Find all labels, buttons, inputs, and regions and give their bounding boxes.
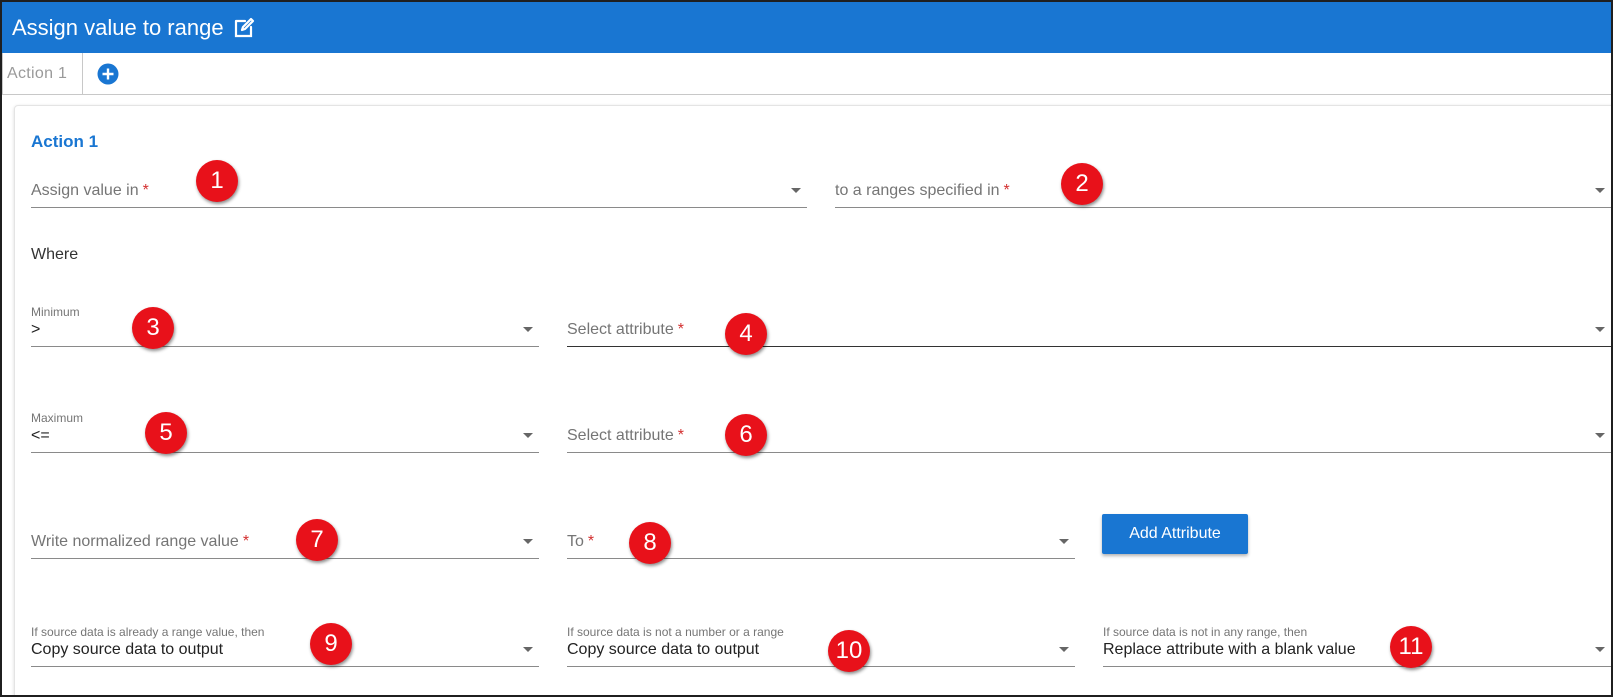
already-range-select[interactable]: If source data is already a range value,…: [31, 625, 539, 667]
maximum-operator-select[interactable]: Maximum <=: [31, 411, 539, 453]
action-tabs: Action 1: [2, 53, 1611, 95]
page-title: Assign value to range: [12, 14, 224, 40]
field-caption: If source data is not in any range, then: [1103, 625, 1308, 639]
normalized-range-value-select[interactable]: Write normalized range value *: [31, 519, 539, 559]
add-attribute-button[interactable]: Add Attribute: [1102, 514, 1248, 554]
field-label: to a ranges specified in *: [835, 182, 1010, 199]
annotation-badge-3: 3: [132, 307, 174, 349]
field-caption: If source data is already a range value,…: [31, 625, 265, 639]
dropdown-arrow-icon: [1059, 647, 1069, 652]
edit-icon[interactable]: [232, 16, 256, 40]
field-value: <=: [31, 427, 50, 444]
dropdown-arrow-icon: [1059, 539, 1069, 544]
where-label: Where: [31, 246, 79, 263]
annotation-badge-2: 2: [1061, 163, 1103, 205]
field-label: To *: [567, 533, 595, 550]
section-title: Action 1: [31, 132, 99, 151]
field-label: Assign value in *: [31, 182, 149, 199]
annotation-badge-7: 7: [296, 519, 338, 561]
annotation-badge-4: 4: [725, 313, 767, 355]
plus-circle-icon[interactable]: [97, 63, 119, 85]
field-value: Replace attribute with a blank value: [1103, 641, 1356, 658]
field-caption: Maximum: [31, 411, 84, 425]
dropdown-arrow-icon: [791, 188, 801, 193]
dropdown-arrow-icon: [1595, 188, 1605, 193]
field-value: >: [31, 321, 41, 338]
max-attribute-select[interactable]: Select attribute *: [567, 413, 1611, 453]
field-label: Write normalized range value *: [31, 533, 250, 550]
field-caption: Minimum: [31, 305, 80, 319]
dropdown-arrow-icon: [1595, 327, 1605, 332]
annotation-badge-6: 6: [725, 414, 767, 456]
not-in-range-select[interactable]: If source data is not in any range, then…: [1103, 625, 1611, 667]
field-caption: If source data is not a number or a rang…: [567, 625, 784, 639]
annotation-badge-5: 5: [145, 412, 187, 454]
not-number-select[interactable]: If source data is not a number or a rang…: [567, 625, 1075, 667]
ranges-specified-in-select[interactable]: to a ranges specified in *: [835, 168, 1611, 208]
dropdown-arrow-icon: [1595, 433, 1605, 438]
dropdown-arrow-icon: [523, 539, 533, 544]
dropdown-arrow-icon: [523, 647, 533, 652]
field-value: Copy source data to output: [31, 641, 224, 658]
page-header: Assign value to range: [2, 2, 1611, 53]
dropdown-arrow-icon: [523, 327, 533, 332]
assign-value-in-select[interactable]: Assign value in *: [31, 168, 807, 208]
field-label: Select attribute *: [567, 427, 684, 444]
dropdown-arrow-icon: [1595, 647, 1605, 652]
min-attribute-select[interactable]: Select attribute *: [567, 307, 1611, 347]
window-frame: Assign value to range Action 1 Action 1 …: [0, 0, 1613, 697]
annotation-badge-1: 1: [196, 160, 238, 202]
minimum-operator-select[interactable]: Minimum >: [31, 305, 539, 347]
dropdown-arrow-icon: [523, 433, 533, 438]
tab-action-1[interactable]: Action 1: [2, 53, 83, 94]
field-value: Copy source data to output: [567, 641, 760, 658]
annotation-badge-9: 9: [310, 623, 352, 665]
annotation-badge-11: 11: [1390, 626, 1432, 668]
annotation-badge-10: 10: [828, 630, 870, 672]
field-label: Select attribute *: [567, 321, 684, 338]
annotation-badge-8: 8: [629, 522, 671, 564]
